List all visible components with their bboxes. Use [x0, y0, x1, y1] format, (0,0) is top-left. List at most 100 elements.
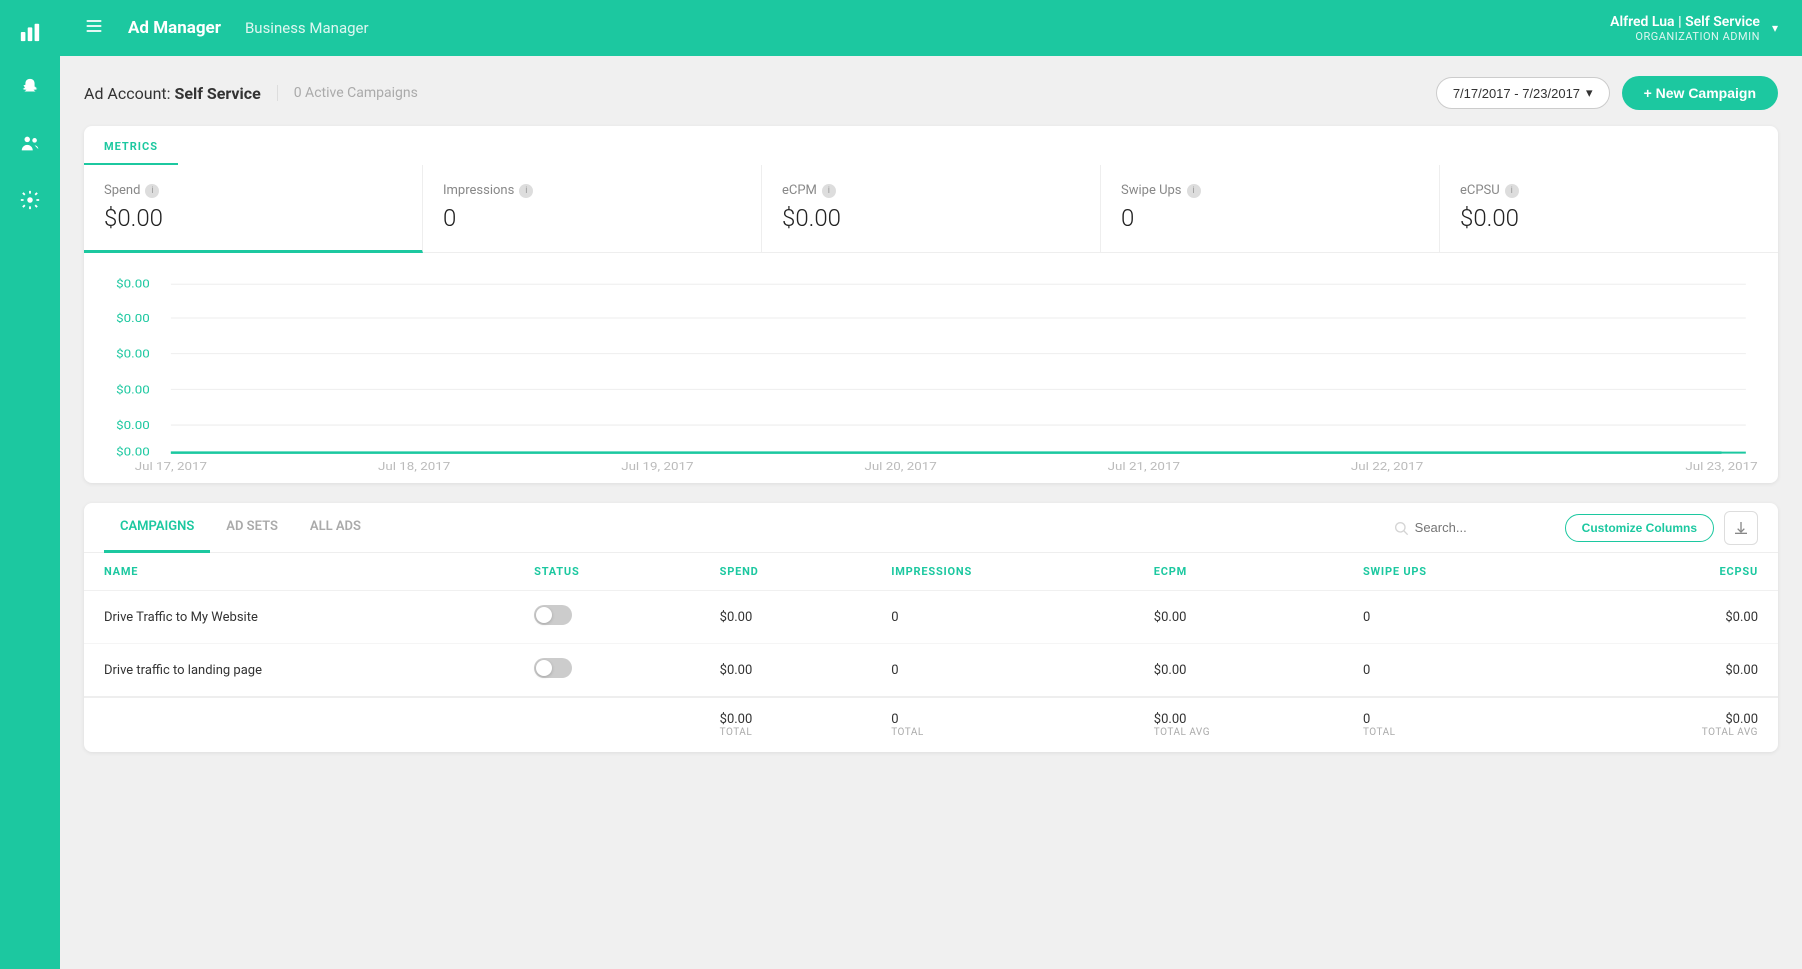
sidebar	[0, 0, 60, 969]
business-manager-link[interactable]: Business Manager	[245, 19, 369, 37]
chart-svg: $0.00 $0.00 $0.00 $0.00 $0.00 $0.00 Jul …	[104, 269, 1758, 473]
search-input[interactable]	[1415, 520, 1555, 535]
topnav-left: Ad Manager Business Manager	[84, 16, 369, 41]
campaign-impressions-1: 0	[871, 591, 1134, 644]
metric-tab-ecpm[interactable]: eCPM i $0.00	[762, 165, 1101, 252]
metric-name-spend: Spend i	[104, 183, 402, 198]
settings-icon[interactable]	[16, 186, 44, 214]
spend-info-icon[interactable]: i	[145, 184, 159, 198]
impressions-info-icon[interactable]: i	[519, 184, 533, 198]
metrics-section-label: METRICS	[104, 140, 158, 163]
date-range-button[interactable]: 7/17/2017 - 7/23/2017 ▾	[1436, 77, 1610, 109]
totals-impressions: 0 TOTAL	[871, 697, 1134, 752]
svg-text:Jul 21, 2017: Jul 21, 2017	[1108, 461, 1180, 473]
tab-ad-sets[interactable]: AD SETS	[210, 503, 294, 553]
svg-text:$0.00: $0.00	[116, 348, 150, 362]
campaigns-tabs-right: Customize Columns	[1393, 511, 1758, 545]
col-swipeups: SWIPE UPS	[1343, 553, 1569, 591]
metric-value-impressions: 0	[443, 204, 741, 232]
totals-ecpsu: $0.00 TOTAL AVG	[1569, 697, 1778, 752]
campaign-spend-1: $0.00	[700, 591, 872, 644]
totals-spend: $0.00 TOTAL	[700, 697, 872, 752]
totals-row: $0.00 TOTAL 0 TOTAL $0.00 TOTAL AVG 0	[84, 697, 1778, 752]
campaign-ecpm-1: $0.00	[1134, 591, 1343, 644]
page-header-right: 7/17/2017 - 7/23/2017 ▾ + New Campaign	[1436, 76, 1778, 110]
metric-name-ecpm: eCPM i	[782, 183, 1080, 198]
download-button[interactable]	[1724, 511, 1758, 545]
top-navigation: Ad Manager Business Manager Alfred Lua |…	[60, 0, 1802, 56]
col-ecpsu: ECPSU	[1569, 553, 1778, 591]
user-role: Organization Admin	[1610, 30, 1760, 43]
ecpsu-info-icon[interactable]: i	[1505, 184, 1519, 198]
campaigns-tabs-left: CAMPAIGNS AD SETS ALL ADS	[104, 503, 377, 552]
col-ecpm: ECPM	[1134, 553, 1343, 591]
col-name: NAME	[84, 553, 514, 591]
page-header: Ad Account: Self Service 0 Active Campai…	[84, 76, 1778, 110]
campaign-swipeups-1: 0	[1343, 591, 1569, 644]
account-name: Self Service	[174, 84, 260, 103]
search-icon	[1393, 520, 1409, 536]
svg-text:Jul 18, 2017: Jul 18, 2017	[378, 461, 450, 473]
ecpm-info-icon[interactable]: i	[822, 184, 836, 198]
svg-text:$0.00: $0.00	[116, 277, 150, 291]
col-status: STATUS	[514, 553, 700, 591]
campaigns-table: NAME STATUS SPEND IMPRESSIONS ECPM SWIPE…	[84, 553, 1778, 752]
tab-all-ads[interactable]: ALL ADS	[294, 503, 377, 553]
swipeups-info-icon[interactable]: i	[1187, 184, 1201, 198]
col-spend: SPEND	[700, 553, 872, 591]
toggle-2[interactable]	[534, 658, 572, 678]
metrics-tabs: Spend i $0.00 Impressions i 0 eCPM i	[84, 165, 1778, 253]
chart-bar-icon[interactable]	[16, 18, 44, 46]
metric-value-swipeups: 0	[1121, 204, 1419, 232]
customize-columns-button[interactable]: Customize Columns	[1565, 514, 1714, 542]
campaigns-tabs-row: CAMPAIGNS AD SETS ALL ADS Customize Colu…	[84, 503, 1778, 553]
campaign-spend-2: $0.00	[700, 644, 872, 698]
campaign-ecpm-2: $0.00	[1134, 644, 1343, 698]
search-wrapper	[1393, 520, 1555, 536]
topnav-right: Alfred Lua | Self Service Organization A…	[1610, 14, 1778, 43]
metric-value-ecpm: $0.00	[782, 204, 1080, 232]
metric-tab-swipeups[interactable]: Swipe Ups i 0	[1101, 165, 1440, 252]
svg-text:$0.00: $0.00	[116, 312, 150, 326]
metric-value-ecpsu: $0.00	[1460, 204, 1758, 232]
campaign-impressions-2: 0	[871, 644, 1134, 698]
metric-name-swipeups: Swipe Ups i	[1121, 183, 1419, 198]
svg-text:Jul 20, 2017: Jul 20, 2017	[864, 461, 936, 473]
metric-tab-spend[interactable]: Spend i $0.00	[84, 165, 423, 253]
metric-tab-ecpsu[interactable]: eCPSU i $0.00	[1440, 165, 1778, 252]
svg-text:Jul 19, 2017: Jul 19, 2017	[621, 461, 693, 473]
metric-tab-impressions[interactable]: Impressions i 0	[423, 165, 762, 252]
svg-text:$0.00: $0.00	[116, 419, 150, 433]
user-info: Alfred Lua | Self Service Organization A…	[1610, 14, 1760, 43]
new-campaign-button[interactable]: + New Campaign	[1622, 76, 1778, 110]
campaign-name-2: Drive traffic to landing page	[84, 644, 514, 698]
col-impressions: IMPRESSIONS	[871, 553, 1134, 591]
totals-swipeups: 0 TOTAL	[1343, 697, 1569, 752]
svg-text:$0.00: $0.00	[116, 383, 150, 397]
people-icon[interactable]	[16, 130, 44, 158]
tab-campaigns[interactable]: CAMPAIGNS	[104, 503, 210, 553]
campaign-swipeups-2: 0	[1343, 644, 1569, 698]
svg-text:Jul 22, 2017: Jul 22, 2017	[1351, 461, 1423, 473]
table-row: Drive Traffic to My Website $0.00 0 $0.0…	[84, 591, 1778, 644]
user-name: Alfred Lua | Self Service	[1610, 14, 1760, 30]
toggle-1[interactable]	[534, 605, 572, 625]
account-title: Ad Account: Self Service	[84, 84, 261, 103]
campaign-status-toggle-2[interactable]	[514, 644, 700, 698]
page-content: Ad Account: Self Service 0 Active Campai…	[60, 56, 1802, 969]
user-dropdown-chevron[interactable]: ▾	[1772, 21, 1778, 35]
snapchat-ghost-icon[interactable]	[16, 74, 44, 102]
metric-name-impressions: Impressions i	[443, 183, 741, 198]
campaign-name-1: Drive Traffic to My Website	[84, 591, 514, 644]
table-header-row: NAME STATUS SPEND IMPRESSIONS ECPM SWIPE…	[84, 553, 1778, 591]
svg-text:Jul 23, 2017: Jul 23, 2017	[1685, 461, 1757, 473]
page-header-left: Ad Account: Self Service 0 Active Campai…	[84, 84, 418, 103]
totals-status-empty	[514, 697, 700, 752]
main-area: Ad Manager Business Manager Alfred Lua |…	[60, 0, 1802, 969]
campaign-ecpsu-1: $0.00	[1569, 591, 1778, 644]
date-chevron-icon: ▾	[1586, 85, 1593, 101]
totals-label-empty	[84, 697, 514, 752]
svg-text:Jul 17, 2017: Jul 17, 2017	[135, 461, 207, 473]
hamburger-menu-icon[interactable]	[84, 16, 104, 41]
campaign-status-toggle-1[interactable]	[514, 591, 700, 644]
